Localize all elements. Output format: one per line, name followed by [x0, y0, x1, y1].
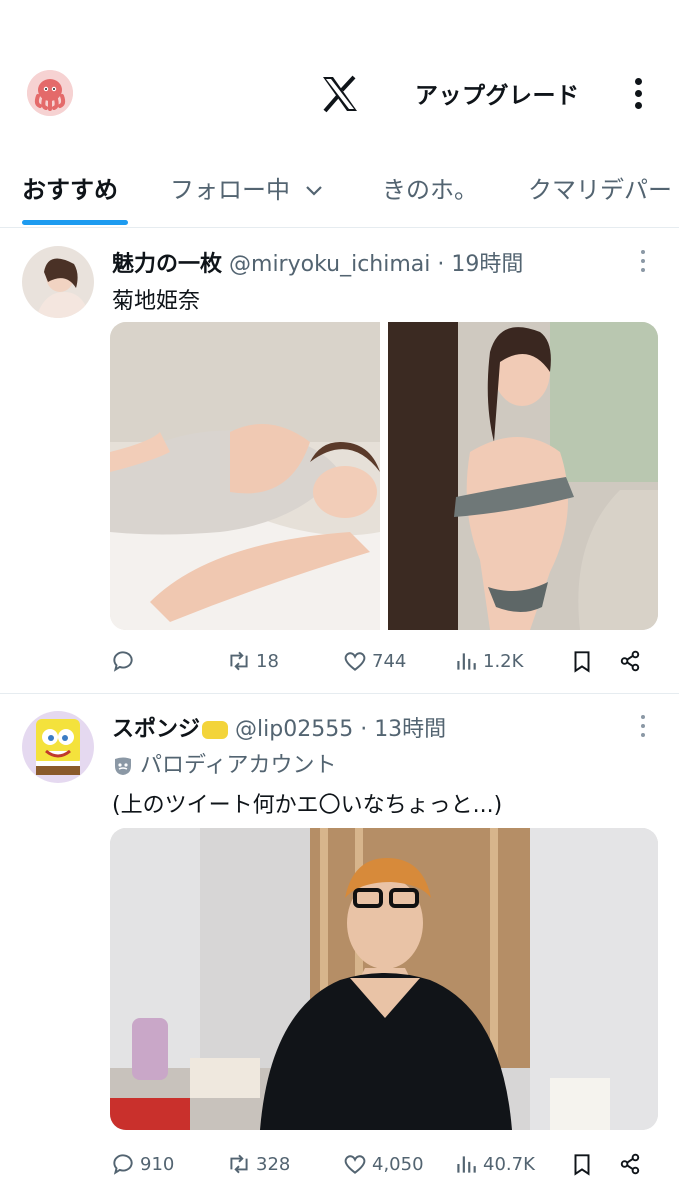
views-count: 40.7K — [483, 1153, 535, 1175]
tab-list-2[interactable]: クマリデパー — [528, 170, 672, 205]
octopus-icon — [27, 70, 73, 116]
active-tab-indicator — [22, 220, 128, 225]
reply-icon — [113, 1154, 133, 1175]
tab-recommended[interactable]: おすすめ — [22, 170, 118, 205]
like-button[interactable]: 744 — [342, 648, 406, 674]
bookmark-icon — [574, 651, 590, 673]
author-handle[interactable]: @miryoku_ichimai — [229, 252, 430, 277]
post-time: · 13時間 — [360, 717, 447, 742]
tab-following-label: フォロー中 — [170, 176, 290, 204]
repost-count: 18 — [256, 650, 279, 672]
like-count: 744 — [372, 650, 407, 672]
tab-list-1[interactable]: きのホ。 — [382, 170, 478, 205]
x-logo-icon[interactable] — [318, 72, 362, 116]
media-gutter — [380, 322, 388, 630]
author-name[interactable]: 魅力の一枚 — [112, 252, 222, 277]
share-button[interactable] — [617, 1151, 643, 1177]
post-divider — [0, 693, 679, 694]
post-more-icon[interactable] — [639, 250, 647, 276]
post-avatar[interactable] — [22, 711, 94, 783]
views-button[interactable]: 1.2K — [453, 648, 523, 674]
post-more-icon[interactable] — [639, 715, 647, 741]
author-name[interactable]: スポンジ — [112, 717, 200, 742]
post-media[interactable] — [110, 322, 658, 630]
heart-icon — [344, 1155, 366, 1174]
like-count: 4,050 — [372, 1153, 424, 1175]
tabs-divider — [0, 227, 679, 228]
reply-icon — [113, 651, 133, 672]
post-media[interactable] — [110, 828, 658, 1130]
chevron-down-icon — [305, 186, 322, 196]
views-icon — [457, 1156, 476, 1173]
tab-following[interactable]: フォロー中 — [170, 170, 324, 205]
post-text: 菊地姫奈 — [112, 289, 201, 314]
views-count: 1.2K — [483, 650, 524, 672]
more-options-icon[interactable] — [625, 70, 653, 116]
share-icon — [620, 1153, 640, 1175]
upgrade-button[interactable]: アップグレード — [415, 76, 580, 110]
post-author-line: スポンジ @lip02555 · 13時間 — [112, 711, 446, 743]
repost-count: 328 — [256, 1153, 291, 1175]
reply-button[interactable]: 910 — [110, 1151, 174, 1177]
post-text: (上のツイート何かエ〇いなちょっと...) — [112, 793, 503, 818]
repost-button[interactable]: 18 — [226, 648, 279, 674]
profile-avatar[interactable] — [27, 70, 73, 116]
repost-button[interactable]: 328 — [226, 1151, 290, 1177]
mask-icon — [115, 757, 131, 775]
bookmark-button[interactable] — [569, 648, 595, 674]
like-button[interactable]: 4,050 — [342, 1151, 424, 1177]
bookmark-button[interactable] — [569, 1151, 595, 1177]
bookmark-icon — [574, 1154, 590, 1176]
post-author-line: 魅力の一枚 @miryoku_ichimai · 19時間 — [112, 246, 523, 278]
author-handle[interactable]: @lip02555 — [235, 717, 353, 742]
post-avatar[interactable] — [22, 246, 94, 318]
sponge-emoji-icon — [202, 721, 229, 739]
repost-icon — [230, 1154, 248, 1174]
views-icon — [457, 653, 476, 670]
reply-count: 910 — [140, 1153, 175, 1175]
reply-button[interactable] — [110, 648, 140, 674]
repost-icon — [230, 651, 248, 671]
parody-label: パロディアカウント — [140, 753, 337, 778]
parody-label-line: パロディアカウント — [112, 747, 336, 779]
post-time: · 19時間 — [437, 252, 524, 277]
share-icon — [620, 650, 640, 672]
views-button[interactable]: 40.7K — [453, 1151, 535, 1177]
share-button[interactable] — [617, 648, 643, 674]
heart-icon — [344, 652, 366, 671]
